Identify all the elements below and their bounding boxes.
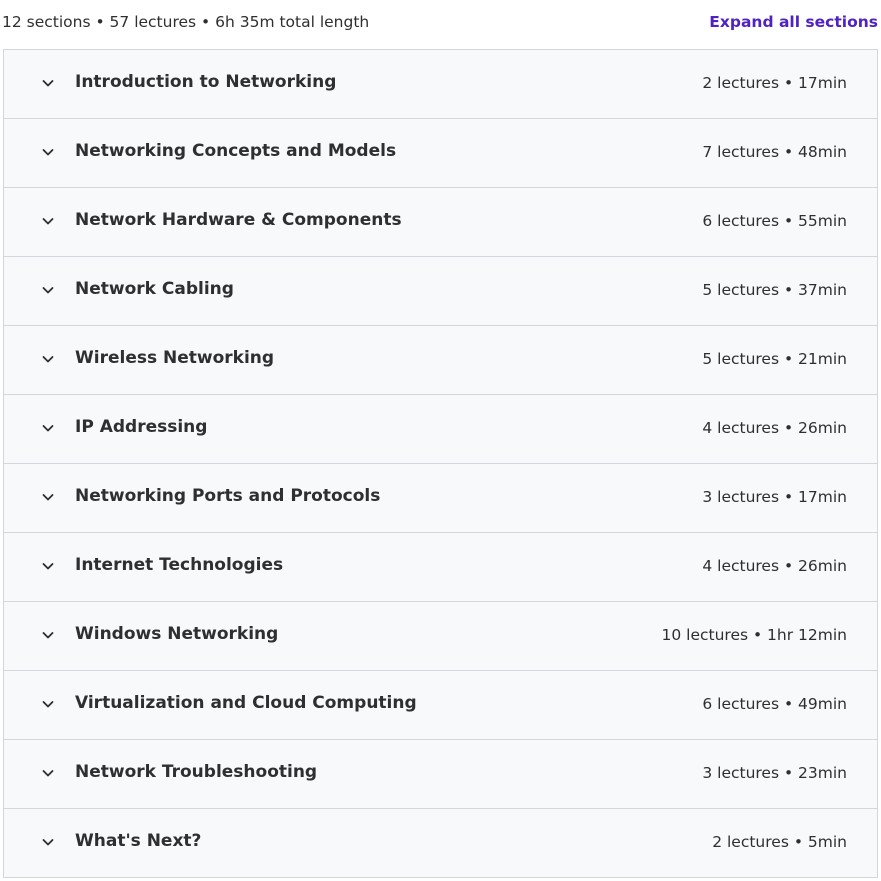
section-meta: 7 lectures • 48min bbox=[702, 143, 847, 161]
section-meta: 3 lectures • 17min bbox=[702, 488, 847, 506]
chevron-down-icon bbox=[41, 352, 55, 366]
section-meta: 4 lectures • 26min bbox=[702, 557, 847, 575]
section-header[interactable]: IP Addressing 4 lectures • 26min bbox=[4, 395, 877, 464]
curriculum-summary: 12 sections • 57 lectures • 6h 35m total… bbox=[2, 13, 370, 31]
chevron-down-icon bbox=[41, 421, 55, 435]
section-title: IP Addressing bbox=[75, 417, 208, 437]
chevron-down-icon bbox=[41, 490, 55, 504]
chevron-down-icon bbox=[41, 76, 55, 90]
section-title: Networking Concepts and Models bbox=[75, 141, 397, 161]
section-header[interactable]: Virtualization and Cloud Computing 6 lec… bbox=[4, 671, 877, 740]
section-meta: 2 lectures • 5min bbox=[712, 833, 847, 851]
section-title: Network Hardware & Components bbox=[75, 210, 402, 230]
chevron-down-icon bbox=[41, 835, 55, 849]
section-title: Introduction to Networking bbox=[75, 72, 337, 92]
chevron-down-icon bbox=[41, 766, 55, 780]
section-header[interactable]: Networking Concepts and Models 7 lecture… bbox=[4, 119, 877, 188]
section-meta: 5 lectures • 37min bbox=[702, 281, 847, 299]
section-title: Network Troubleshooting bbox=[75, 762, 318, 782]
section-title: What's Next? bbox=[75, 831, 202, 851]
section-meta: 4 lectures • 26min bbox=[702, 419, 847, 437]
expand-all-sections-button[interactable]: Expand all sections bbox=[709, 13, 878, 31]
section-title: Network Cabling bbox=[75, 279, 234, 299]
section-meta: 5 lectures • 21min bbox=[702, 350, 847, 368]
section-header[interactable]: Network Hardware & Components 6 lectures… bbox=[4, 188, 877, 257]
section-header[interactable]: Wireless Networking 5 lectures • 21min bbox=[4, 326, 877, 395]
section-header[interactable]: Networking Ports and Protocols 3 lecture… bbox=[4, 464, 877, 533]
chevron-down-icon bbox=[41, 628, 55, 642]
section-header[interactable]: Internet Technologies 4 lectures • 26min bbox=[4, 533, 877, 602]
section-meta: 2 lectures • 17min bbox=[702, 74, 847, 92]
curriculum-section-list: Introduction to Networking 2 lectures • … bbox=[3, 49, 878, 878]
section-meta: 3 lectures • 23min bbox=[702, 764, 847, 782]
section-header[interactable]: What's Next? 2 lectures • 5min bbox=[4, 809, 877, 877]
section-meta: 6 lectures • 49min bbox=[702, 695, 847, 713]
section-title: Networking Ports and Protocols bbox=[75, 486, 381, 506]
curriculum-summary-bar: 12 sections • 57 lectures • 6h 35m total… bbox=[0, 0, 881, 49]
section-meta: 10 lectures • 1hr 12min bbox=[661, 626, 848, 644]
section-title: Windows Networking bbox=[75, 624, 279, 644]
section-title: Virtualization and Cloud Computing bbox=[75, 693, 417, 713]
section-header[interactable]: Network Cabling 5 lectures • 37min bbox=[4, 257, 877, 326]
section-header[interactable]: Introduction to Networking 2 lectures • … bbox=[4, 50, 877, 119]
section-header[interactable]: Network Troubleshooting 3 lectures • 23m… bbox=[4, 740, 877, 809]
chevron-down-icon bbox=[41, 697, 55, 711]
section-title: Wireless Networking bbox=[75, 348, 275, 368]
chevron-down-icon bbox=[41, 559, 55, 573]
section-title: Internet Technologies bbox=[75, 555, 284, 575]
chevron-down-icon bbox=[41, 145, 55, 159]
section-meta: 6 lectures • 55min bbox=[702, 212, 847, 230]
section-header[interactable]: Windows Networking 10 lectures • 1hr 12m… bbox=[4, 602, 877, 671]
chevron-down-icon bbox=[41, 283, 55, 297]
chevron-down-icon bbox=[41, 214, 55, 228]
